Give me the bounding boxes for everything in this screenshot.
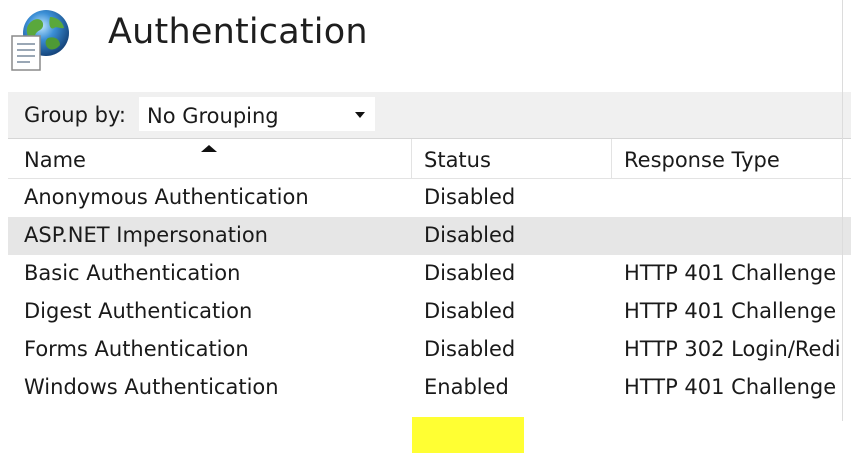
row-response-type: HTTP 401 Challenge [624, 375, 837, 399]
row-name: Windows Authentication [24, 375, 279, 399]
table-row[interactable]: Windows Authentication Enabled HTTP 401 … [8, 369, 851, 407]
group-by-value: No Grouping [147, 104, 279, 128]
features-panel: Group by: No Grouping Name Status Respon… [8, 92, 851, 453]
column-header-label: Response Type [624, 148, 780, 172]
chevron-down-icon[interactable] [355, 112, 365, 118]
group-by-dropdown[interactable]: No Grouping [139, 97, 375, 131]
sort-ascending-icon [201, 145, 217, 152]
table-row[interactable]: ASP.NET Impersonation Disabled [8, 217, 851, 255]
table-row[interactable]: Forms Authentication Disabled HTTP 302 L… [8, 331, 851, 369]
row-status: Disabled [424, 299, 516, 323]
page-title: Authentication [108, 12, 368, 52]
column-header-row: Name Status Response Type [8, 139, 851, 179]
row-status: Disabled [424, 261, 516, 285]
row-response-type [612, 217, 851, 255]
group-by-label: Group by: [24, 103, 126, 127]
row-response-type: HTTP 401 Challenge [624, 299, 837, 323]
row-name: Anonymous Authentication [24, 185, 309, 209]
table-row[interactable]: Anonymous Authentication Disabled [8, 179, 851, 217]
page-header: Authentication [0, 0, 851, 80]
row-response-type: HTTP 401 Challenge [624, 261, 837, 285]
row-name: Forms Authentication [24, 337, 249, 361]
authentication-globe-document-icon [8, 8, 72, 74]
group-by-toolbar: Group by: No Grouping [8, 92, 851, 138]
row-response-type: HTTP 302 Login/Redi [624, 337, 841, 361]
row-name: ASP.NET Impersonation [24, 223, 268, 247]
row-status: Disabled [424, 185, 516, 209]
row-status: Disabled [424, 337, 516, 361]
row-name: Basic Authentication [24, 261, 241, 285]
panel-right-border [842, 0, 843, 421]
row-status: Disabled [424, 223, 516, 247]
row-response-type [612, 179, 851, 217]
row-status: Enabled [424, 375, 509, 399]
column-header-status[interactable]: Status [412, 139, 612, 178]
column-header-response-type[interactable]: Response Type [612, 139, 851, 178]
table-row[interactable]: Basic Authentication Disabled HTTP 401 C… [8, 255, 851, 293]
table-row[interactable]: Digest Authentication Disabled HTTP 401 … [8, 293, 851, 331]
authentication-list: Name Status Response Type Anonymous Auth… [8, 138, 851, 453]
row-name: Digest Authentication [24, 299, 253, 323]
column-header-label: Status [424, 148, 491, 172]
column-header-label: Name [24, 148, 86, 172]
column-header-name[interactable]: Name [8, 139, 412, 178]
status-highlight [412, 417, 524, 453]
